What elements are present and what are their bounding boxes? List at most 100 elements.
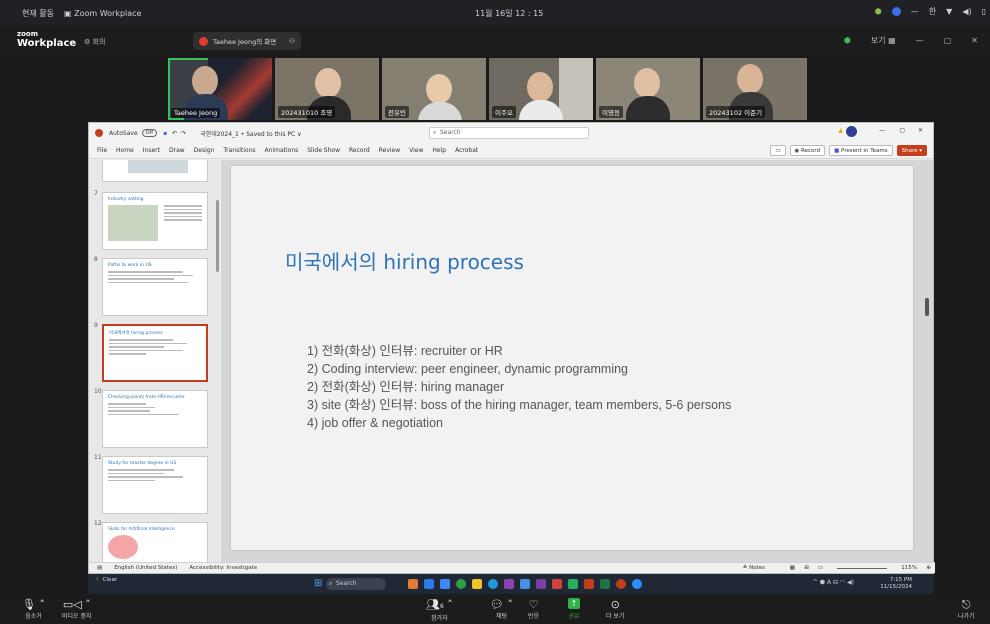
- share-screen-button[interactable]: ↑ 공유: [568, 598, 580, 620]
- input-method-icon[interactable]: 한: [929, 6, 936, 17]
- share-button[interactable]: Share ▾: [896, 145, 927, 156]
- chrome-icon[interactable]: [456, 579, 466, 589]
- ppt-search-box[interactable]: ⌕ Search: [429, 127, 589, 139]
- app-icon[interactable]: [584, 579, 594, 589]
- view-button[interactable]: 보기 ▦: [871, 35, 896, 46]
- thumbnail-row[interactable]: 7 Industry setting: [89, 190, 219, 250]
- meeting-menu[interactable]: ⚙ 회의: [84, 37, 105, 47]
- react-button[interactable]: ♡ 반응: [528, 598, 539, 620]
- participant-tile[interactable]: 전유빈: [382, 58, 486, 120]
- minus-icon[interactable]: —: [911, 7, 919, 16]
- file-name[interactable]: 국한대2024_1 • Saved to this PC ∨: [200, 129, 301, 138]
- zoom-icon[interactable]: [632, 579, 642, 589]
- app-badge-icon[interactable]: [891, 7, 901, 16]
- menu-insert[interactable]: Insert: [143, 147, 160, 154]
- app-menu-label[interactable]: ▣ Zoom Workplace: [64, 9, 142, 18]
- app-icon[interactable]: [568, 579, 578, 589]
- slide-thumbnail[interactable]: Skills for Artificial Intelligence: [102, 522, 208, 564]
- account-avatar[interactable]: [846, 126, 857, 137]
- tray-icons[interactable]: ^ ⬢ A ⊟ ◠ ◀): [813, 579, 854, 586]
- sorter-view-icon[interactable]: ⊞: [804, 565, 809, 571]
- current-slide[interactable]: 미국에서의 hiring process 1) 전화(화상) 인터뷰: recr…: [231, 166, 913, 550]
- slide-thumbnail[interactable]: Paths to work in US: [102, 258, 208, 316]
- participant-tile[interactable]: 202431010 조영: [275, 58, 379, 120]
- tab-options-icon[interactable]: ⚇: [289, 37, 295, 45]
- autosave-toggle[interactable]: Off: [141, 129, 158, 137]
- notes-button[interactable]: ≙ Notes: [743, 565, 765, 571]
- weather-widget[interactable]: ☾ Clear: [96, 577, 117, 584]
- app-icon[interactable]: [536, 579, 546, 589]
- language-status[interactable]: English (United States): [114, 565, 177, 571]
- thumbnail-row[interactable]: 12 Skills for Artificial Intelligence: [89, 520, 219, 564]
- menu-draw[interactable]: Draw: [169, 147, 185, 154]
- app-icon[interactable]: [440, 579, 450, 589]
- present-in-teams-button[interactable]: ■ Present in Teams: [829, 145, 893, 156]
- slide-thumbnail[interactable]: Industry setting: [102, 192, 208, 250]
- menu-record[interactable]: Record: [349, 147, 370, 154]
- participants-button[interactable]: 👥︎6 ˄ 참가자: [426, 598, 453, 622]
- normal-view-icon[interactable]: ▦: [790, 565, 795, 571]
- slide-title[interactable]: 미국에서의 hiring process: [285, 246, 524, 275]
- more-button[interactable]: ⊙ 더 보기: [606, 598, 624, 620]
- excel-icon[interactable]: [600, 579, 610, 589]
- app-icon[interactable]: [552, 579, 562, 589]
- thumbnail-row[interactable]: 9 미국에서의 hiring process: [89, 322, 219, 382]
- app-icon[interactable]: [408, 579, 418, 589]
- comments-button[interactable]: ▭: [770, 145, 786, 156]
- taskbar-search[interactable]: ⌕ Search: [326, 578, 386, 590]
- mute-button[interactable]: 🎙︎ ˄ 음소거: [22, 598, 45, 620]
- ppt-close-button[interactable]: ✕: [918, 127, 923, 134]
- thumbnail-row[interactable]: 10 Checking points from HR/recruiter: [89, 388, 219, 448]
- slide-thumbnail[interactable]: Study for master degree in US: [102, 456, 208, 514]
- wifi-icon[interactable]: ▼: [946, 7, 952, 16]
- participant-tile[interactable]: 이영응: [596, 58, 700, 120]
- stop-video-button[interactable]: ▭◁ ˄ 비디오 중지: [62, 598, 92, 620]
- thumbnail-row[interactable]: 11 Study for master degree in US: [89, 454, 219, 514]
- app-icon[interactable]: [424, 579, 434, 589]
- folder-icon[interactable]: [472, 579, 482, 589]
- menu-file[interactable]: File: [97, 147, 107, 154]
- volume-icon[interactable]: ◀): [962, 7, 971, 16]
- thumbnail-row[interactable]: 8 Paths to work in US: [89, 256, 219, 316]
- system-clock[interactable]: 11월 16일 12 : 15: [475, 8, 543, 19]
- start-button[interactable]: ⊞: [314, 578, 322, 590]
- participant-tile[interactable]: 20243102 이준기: [703, 58, 807, 120]
- menu-transitions[interactable]: Transitions: [223, 147, 255, 154]
- taskbar-clock[interactable]: 7:15 PM 11/15/2024: [880, 577, 912, 591]
- redo-icon[interactable]: ↷: [181, 130, 186, 137]
- maximize-button[interactable]: ▢: [944, 36, 952, 45]
- slide-thumbnail[interactable]: [102, 160, 208, 182]
- thumbnail-partial[interactable]: [89, 160, 219, 182]
- menu-animations[interactable]: Animations: [265, 147, 299, 154]
- leave-button[interactable]: ⎋ 나가기: [958, 598, 975, 620]
- thumbnails-scrollbar[interactable]: [216, 200, 219, 272]
- ppt-maximize-button[interactable]: ▢: [899, 127, 905, 134]
- save-icon[interactable]: ▪: [163, 130, 167, 137]
- menu-slide-show[interactable]: Slide Show: [307, 147, 340, 154]
- undo-icon[interactable]: ↶: [172, 130, 177, 137]
- powerpoint-icon[interactable]: [616, 579, 626, 589]
- menu-design[interactable]: Design: [194, 147, 215, 154]
- accessibility-status[interactable]: Accessibility: Investigate: [189, 565, 257, 571]
- slide-thumbnail-selected[interactable]: 미국에서의 hiring process: [102, 324, 208, 382]
- reading-view-icon[interactable]: ▭: [818, 565, 823, 571]
- zoom-level[interactable]: 115%: [901, 565, 917, 571]
- battery-icon[interactable]: ▯: [982, 7, 986, 16]
- slide-body[interactable]: 1) 전화(화상) 인터뷰: recruiter or HR 2) Coding…: [307, 342, 827, 432]
- participant-tile[interactable]: Taehee Jeong: [168, 58, 272, 120]
- menu-view[interactable]: View: [409, 147, 423, 154]
- ppt-minimize-button[interactable]: —: [879, 127, 885, 134]
- chat-button[interactable]: 💬︎ ˄ 채팅: [490, 598, 513, 620]
- warning-icon[interactable]: ▲: [838, 127, 843, 134]
- security-shield-icon[interactable]: ⬢: [844, 36, 851, 45]
- slide-scrollbar[interactable]: [925, 298, 929, 316]
- menu-acrobat[interactable]: Acrobat: [455, 147, 478, 154]
- participant-tile[interactable]: 이주오: [489, 58, 593, 120]
- close-button[interactable]: ✕: [971, 36, 978, 45]
- activities-label[interactable]: 현재 활동: [22, 8, 54, 19]
- proofing-icon[interactable]: ▤: [97, 565, 102, 571]
- menu-home[interactable]: Home: [116, 147, 134, 154]
- shield-icon[interactable]: ⬢: [875, 7, 882, 16]
- edge-icon[interactable]: [488, 579, 498, 589]
- minimize-button[interactable]: —: [916, 36, 924, 45]
